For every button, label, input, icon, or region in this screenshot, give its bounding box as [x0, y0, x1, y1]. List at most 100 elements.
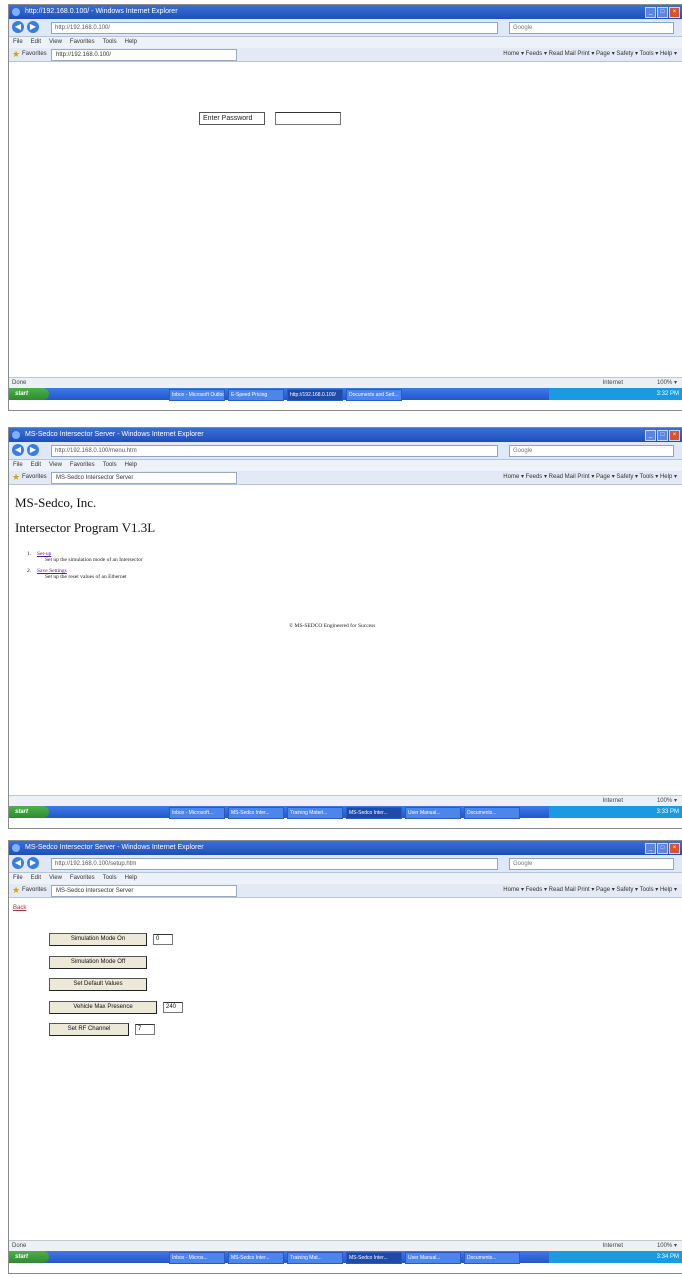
status-bar: Internet 100% ▾: [9, 795, 682, 806]
tab-current[interactable]: MS-Sedco Intersector Server: [51, 885, 237, 897]
command-bar[interactable]: Home ▾ Feeds ▾ Read Mail Print ▾ Page ▾ …: [503, 48, 677, 61]
taskbar-item[interactable]: Inbox - Micros...: [169, 1252, 225, 1264]
search-input[interactable]: Google: [509, 858, 674, 870]
forward-arrow-icon[interactable]: ▶: [27, 857, 39, 869]
system-tray-clock: 3:34 PM: [549, 1251, 682, 1263]
star-icon[interactable]: ★: [12, 885, 20, 896]
menu-tools[interactable]: Tools: [103, 39, 117, 45]
menu-favorites[interactable]: Favorites: [70, 875, 95, 881]
menu-help[interactable]: Help: [125, 462, 137, 468]
menu-favorites[interactable]: Favorites: [70, 39, 95, 45]
page-content: Back Simulation Mode On 0 Simulation Mod…: [9, 898, 682, 1240]
minimize-button[interactable]: _: [645, 7, 656, 18]
menu-file[interactable]: File: [13, 875, 23, 881]
menu-tools[interactable]: Tools: [103, 875, 117, 881]
start-button[interactable]: start: [9, 388, 49, 400]
password-input[interactable]: [275, 112, 341, 125]
search-input[interactable]: Google: [509, 445, 674, 457]
taskbar-item[interactable]: E-Speed Pricing: [228, 389, 284, 401]
taskbar: start Inbox - Micros... MS-Sedco Inter..…: [9, 1251, 682, 1264]
vehicle-max-presence-button[interactable]: Vehicle Max Presence: [49, 1001, 157, 1014]
address-bar-row: ◀ ▶ http://192.168.0.100/ Google: [9, 19, 682, 37]
rf-channel-value[interactable]: 7: [135, 1024, 155, 1035]
menu-file[interactable]: File: [13, 39, 23, 45]
forward-arrow-icon[interactable]: ▶: [27, 21, 39, 33]
menu-edit[interactable]: Edit: [31, 39, 41, 45]
set-default-values-button[interactable]: Set Default Values: [49, 978, 147, 991]
start-button[interactable]: start: [9, 806, 49, 818]
menu-edit[interactable]: Edit: [31, 875, 41, 881]
vehicle-max-presence-value[interactable]: 240: [163, 1002, 183, 1013]
close-button[interactable]: ×: [669, 843, 680, 854]
address-input[interactable]: http://192.168.0.100/: [51, 22, 498, 34]
search-input[interactable]: Google: [509, 22, 674, 34]
menu-help[interactable]: Help: [125, 39, 137, 45]
item-description: Set up the simulation mode of an Interse…: [45, 557, 143, 563]
command-bar[interactable]: Home ▾ Feeds ▾ Read Mail Print ▾ Page ▾ …: [503, 884, 677, 897]
close-button[interactable]: ×: [669, 7, 680, 18]
favorites-label[interactable]: Favorites: [22, 48, 47, 61]
menu-list: 1. Set-up Set up the simulation mode of …: [27, 551, 143, 585]
back-arrow-icon[interactable]: ◀: [12, 857, 24, 869]
control-row: Set Default Values: [49, 978, 147, 991]
taskbar-item[interactable]: Training Mat...: [287, 1252, 343, 1264]
taskbar-item[interactable]: Documents and Sett...: [346, 389, 402, 401]
screenshot-setup-page: MS-Sedco Intersector Server - Windows In…: [8, 840, 682, 1274]
simulation-mode-on-button[interactable]: Simulation Mode On: [49, 933, 147, 946]
favorites-label[interactable]: Favorites: [22, 471, 47, 484]
set-rf-channel-button[interactable]: Set RF Channel: [49, 1023, 129, 1036]
taskbar-item[interactable]: Documents...: [464, 807, 520, 819]
taskbar-item[interactable]: MS-Sedco Inter...: [346, 1252, 402, 1264]
back-arrow-icon[interactable]: ◀: [12, 21, 24, 33]
taskbar-item[interactable]: Training Materi...: [287, 807, 343, 819]
simulation-mode-off-button[interactable]: Simulation Mode Off: [49, 956, 147, 969]
taskbar-item[interactable]: http://192.168.0.100/: [287, 389, 343, 401]
star-icon[interactable]: ★: [12, 472, 20, 483]
menu-view[interactable]: View: [49, 875, 62, 881]
screenshot-main-menu-page: MS-Sedco Intersector Server - Windows In…: [8, 427, 682, 829]
password-label: Enter Password: [199, 112, 265, 125]
maximize-button[interactable]: □: [657, 430, 668, 441]
menu-file[interactable]: File: [13, 462, 23, 468]
menu-help[interactable]: Help: [125, 875, 137, 881]
menu-tools[interactable]: Tools: [103, 462, 117, 468]
menu-favorites[interactable]: Favorites: [70, 462, 95, 468]
back-arrow-icon[interactable]: ◀: [12, 444, 24, 456]
minimize-button[interactable]: _: [645, 430, 656, 441]
taskbar-item[interactable]: MS-Sedco Inter...: [228, 807, 284, 819]
taskbar-item[interactable]: MS-Sedco Inter...: [228, 1252, 284, 1264]
favorites-label[interactable]: Favorites: [22, 884, 47, 897]
program-title: Intersector Program V1.3L: [15, 520, 156, 535]
taskbar-item[interactable]: User Manual...: [405, 807, 461, 819]
forward-arrow-icon[interactable]: ▶: [27, 444, 39, 456]
simulation-mode-value[interactable]: 0: [153, 934, 173, 945]
close-button[interactable]: ×: [669, 430, 680, 441]
address-input[interactable]: http://192.168.0.100/setup.htm: [51, 858, 498, 870]
menu-view[interactable]: View: [49, 462, 62, 468]
maximize-button[interactable]: □: [657, 843, 668, 854]
taskbar-item[interactable]: User Manual...: [405, 1252, 461, 1264]
system-tray-clock: 3:32 PM: [549, 388, 682, 400]
tab-current[interactable]: MS-Sedco Intersector Server: [51, 472, 237, 484]
start-button[interactable]: start: [9, 1251, 49, 1263]
taskbar-item[interactable]: Inbox - Microsoft Outlook: [169, 389, 225, 401]
status-bar: Done Internet 100% ▾: [9, 1240, 682, 1251]
zoom-control[interactable]: 100% ▾: [657, 1241, 677, 1251]
window-title-bar: MS-Sedco Intersector Server - Windows In…: [9, 841, 682, 855]
tab-current[interactable]: http://192.168.0.100/: [51, 49, 237, 61]
taskbar-item[interactable]: MS-Sedco Inter...: [346, 807, 402, 819]
zoom-control[interactable]: 100% ▾: [657, 796, 677, 806]
back-link[interactable]: Back: [13, 905, 26, 911]
copyright-text: © MS-SEDCO Engineered for Success: [289, 623, 376, 629]
maximize-button[interactable]: □: [657, 7, 668, 18]
status-zone: Internet: [602, 798, 623, 804]
zoom-control[interactable]: 100% ▾: [657, 378, 677, 388]
taskbar-item[interactable]: Inbox - Microsoft...: [169, 807, 225, 819]
taskbar-item[interactable]: Documents...: [464, 1252, 520, 1264]
menu-edit[interactable]: Edit: [31, 462, 41, 468]
command-bar[interactable]: Home ▾ Feeds ▾ Read Mail Print ▾ Page ▾ …: [503, 471, 677, 484]
minimize-button[interactable]: _: [645, 843, 656, 854]
star-icon[interactable]: ★: [12, 49, 20, 60]
menu-view[interactable]: View: [49, 39, 62, 45]
address-input[interactable]: http://192.168.0.100/menu.htm: [51, 445, 498, 457]
